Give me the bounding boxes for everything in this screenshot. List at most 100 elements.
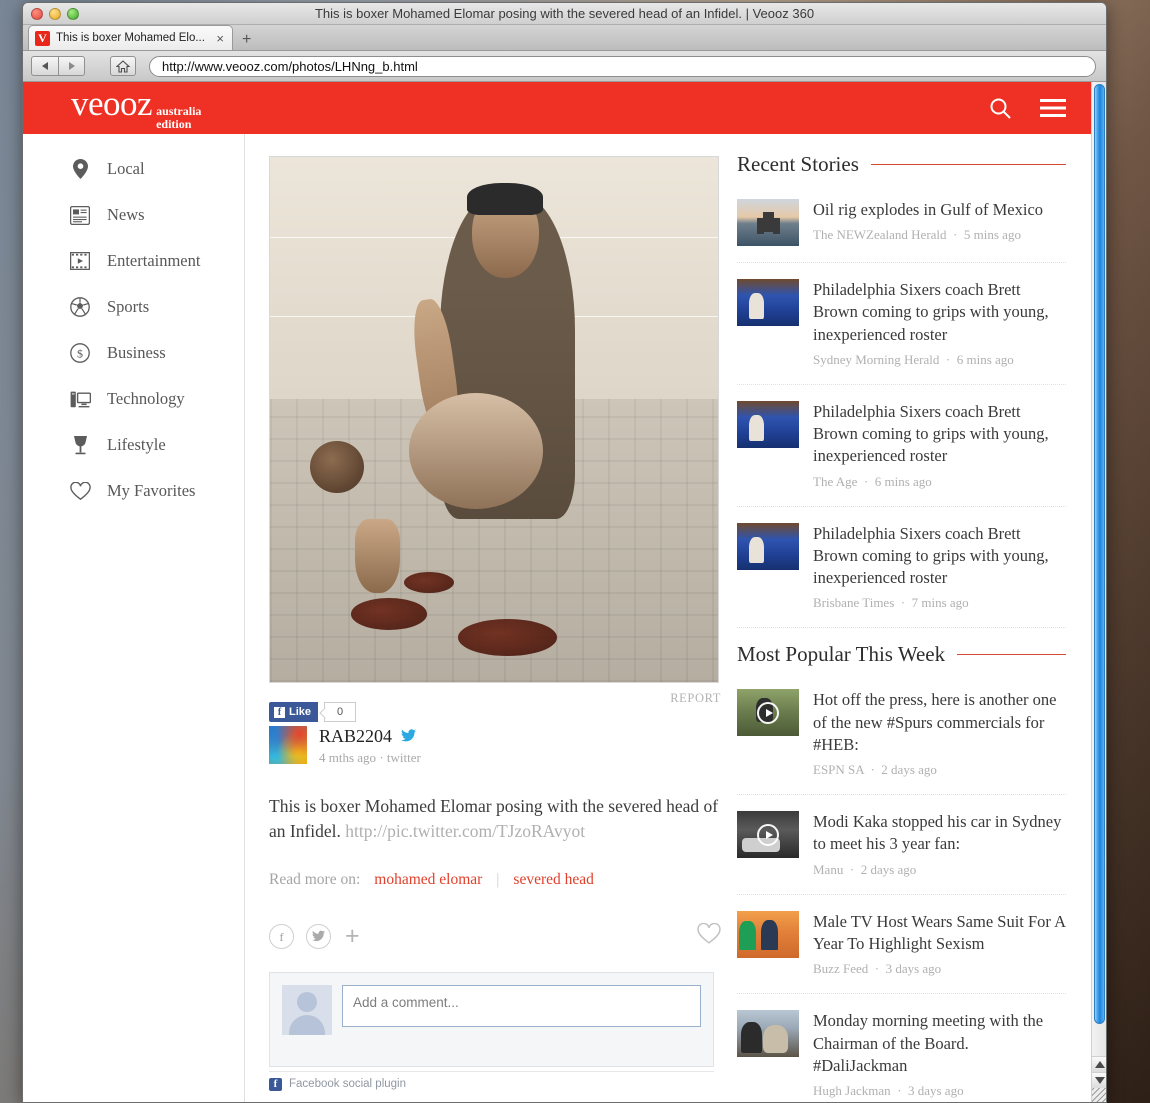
sidebar-item-label: Business	[107, 343, 166, 362]
story-thumbnail	[737, 689, 799, 737]
story-source: Buzz Feed	[813, 961, 869, 977]
tab-title: This is boxer Mohamed Elo...	[56, 32, 205, 44]
facebook-plugin-label: f Facebook social plugin	[269, 1070, 714, 1091]
header-actions	[989, 97, 1066, 120]
story-body: Modi Kaka stopped his car in Sydney to m…	[813, 811, 1066, 878]
report-link[interactable]: REPORT	[670, 691, 721, 706]
story-thumbnail	[737, 199, 799, 246]
sidebar-item-label: Local	[107, 159, 145, 178]
story-body: Philadelphia Sixers coach Brett Brown co…	[813, 523, 1066, 612]
new-tab-button[interactable]: +	[233, 32, 260, 50]
photo-stain	[458, 619, 557, 656]
veooz-logo[interactable]: veooz australia edition	[71, 86, 201, 130]
list-item[interactable]: Hot off the press, here is another one o…	[737, 673, 1066, 796]
list-item[interactable]: Oil rig explodes in Gulf of Mexico The N…	[737, 183, 1066, 263]
sidebar-item-technology[interactable]: Technology	[23, 376, 244, 422]
author-meta: 4 mths ago · twitter	[319, 750, 421, 766]
like-row: f Like 0	[269, 702, 725, 722]
share-twitter-icon[interactable]	[306, 923, 331, 949]
tag-link-1[interactable]: mohamed elomar	[374, 871, 482, 889]
story-title[interactable]: Philadelphia Sixers coach Brett Brown co…	[813, 401, 1066, 468]
story-source: Manu	[813, 861, 844, 877]
heart-icon	[69, 480, 91, 502]
twitter-bird-icon	[401, 726, 417, 747]
section-rule	[870, 164, 1066, 165]
home-button[interactable]	[110, 56, 136, 76]
facebook-icon: f	[274, 706, 285, 718]
main-content: REPORT f Like 0 RAB2204 4 mths ago · twi…	[245, 134, 725, 1102]
story-thumbnail	[737, 1010, 799, 1058]
story-title[interactable]: Hot off the press, here is another one o…	[813, 689, 1066, 756]
list-item[interactable]: Monday morning meeting with the Chairman…	[737, 994, 1066, 1102]
wine-glass-icon	[69, 434, 91, 456]
post-source: twitter	[386, 750, 421, 765]
share-facebook-icon[interactable]: f	[269, 923, 294, 949]
computer-icon	[69, 388, 91, 410]
scroll-up-arrow[interactable]	[1092, 1056, 1106, 1072]
browser-tab[interactable]: V This is boxer Mohamed Elo... ×	[28, 25, 233, 50]
photo-stain	[404, 571, 454, 593]
tag-link-2[interactable]: severed head	[513, 871, 593, 889]
author-block: RAB2204 4 mths ago · twitter	[319, 726, 421, 766]
sidebar-item-business[interactable]: $ Business	[23, 330, 244, 376]
address-bar[interactable]: http://www.veooz.com/photos/LHNng_b.html	[149, 55, 1096, 77]
comment-input[interactable]: Add a comment...	[342, 984, 701, 1027]
search-icon[interactable]	[989, 97, 1012, 120]
sidebar-item-entertainment[interactable]: Entertainment	[23, 238, 244, 284]
sidebar-item-lifestyle[interactable]: Lifestyle	[23, 422, 244, 468]
play-button-icon[interactable]	[757, 701, 779, 724]
section-rule	[957, 654, 1066, 656]
story-meta: Sydney Morning Herald · 6 mins ago	[813, 351, 1014, 367]
svg-text:f: f	[280, 930, 284, 943]
vertical-scrollbar[interactable]	[1091, 82, 1106, 1102]
facebook-like-button[interactable]: f Like	[269, 702, 319, 722]
read-more-row: Read more on: mohamed elomar | severed h…	[269, 871, 725, 889]
story-title[interactable]: Monday morning meeting with the Chairman…	[813, 1010, 1066, 1077]
story-title[interactable]: Oil rig explodes in Gulf of Mexico	[813, 199, 1066, 221]
story-thumbnail	[737, 279, 799, 326]
story-title[interactable]: Modi Kaka stopped his car in Sydney to m…	[813, 811, 1066, 856]
forward-button[interactable]	[58, 56, 85, 76]
share-row: f +	[269, 922, 721, 950]
author-row: RAB2204 4 mths ago · twitter	[269, 726, 725, 766]
facebook-like-widget[interactable]: f Like 0	[269, 702, 357, 722]
list-item[interactable]: Philadelphia Sixers coach Brett Brown co…	[737, 263, 1066, 385]
author-name[interactable]: RAB2204	[319, 726, 392, 747]
list-item[interactable]: Philadelphia Sixers coach Brett Brown co…	[737, 507, 1066, 629]
story-title[interactable]: Male TV Host Wears Same Suit For A Year …	[813, 911, 1066, 956]
caption-url[interactable]: http://pic.twitter.com/TJzoRAvyot	[345, 821, 585, 841]
close-tab-icon[interactable]: ×	[214, 31, 226, 46]
main-photo[interactable]	[269, 156, 719, 683]
story-meta: ESPN SA · 2 days ago	[813, 762, 937, 778]
site-header: veooz australia edition	[23, 82, 1091, 134]
list-item[interactable]: Male TV Host Wears Same Suit For A Year …	[737, 895, 1066, 995]
story-time: 2 days ago	[860, 861, 917, 877]
tab-strip: V This is boxer Mohamed Elo... × +	[23, 25, 1106, 51]
story-title[interactable]: Philadelphia Sixers coach Brett Brown co…	[813, 279, 1066, 346]
avatar[interactable]	[269, 726, 307, 764]
favorite-heart-icon[interactable]	[697, 922, 721, 950]
play-button-icon[interactable]	[757, 823, 779, 846]
story-title[interactable]: Philadelphia Sixers coach Brett Brown co…	[813, 523, 1066, 590]
sidebar-item-sports[interactable]: Sports	[23, 284, 244, 330]
sidebar-item-label: News	[107, 205, 145, 224]
list-item[interactable]: Philadelphia Sixers coach Brett Brown co…	[737, 385, 1066, 507]
story-time: 3 days ago	[907, 1083, 964, 1099]
story-source: The NEWZealand Herald	[813, 227, 947, 243]
sidebar-item-local[interactable]: Local	[23, 146, 244, 192]
page-viewport: veooz australia edition Local News Enter…	[23, 82, 1106, 1102]
film-strip-icon	[69, 250, 91, 272]
story-thumbnail	[737, 400, 799, 448]
story-time: 6 mins ago	[956, 351, 1014, 367]
scrollbar-thumb[interactable]	[1094, 84, 1105, 1024]
sidebar-item-my-favorites[interactable]: My Favorites	[23, 468, 244, 514]
sidebar-item-news[interactable]: News	[23, 192, 244, 238]
window-resize-grip[interactable]	[1092, 1088, 1106, 1102]
list-item[interactable]: Modi Kaka stopped his car in Sydney to m…	[737, 795, 1066, 895]
story-body: Oil rig explodes in Gulf of Mexico The N…	[813, 199, 1066, 246]
share-more-icon[interactable]: +	[345, 923, 360, 949]
window-titlebar: This is boxer Mohamed Elomar posing with…	[23, 3, 1106, 25]
back-button[interactable]	[31, 56, 58, 76]
scroll-down-arrow[interactable]	[1092, 1072, 1106, 1088]
hamburger-menu-icon[interactable]	[1040, 98, 1066, 118]
